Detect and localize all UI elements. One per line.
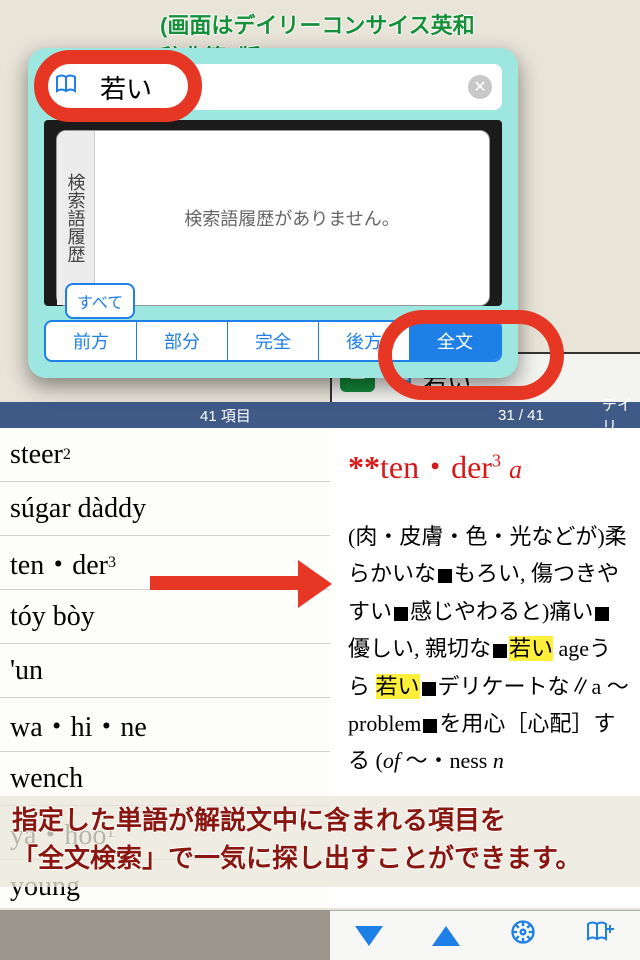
annotation-circle-fulltext	[378, 310, 564, 400]
list-item[interactable]: súgar dàddy	[0, 482, 330, 536]
match-tab-前方[interactable]: 前方	[46, 322, 137, 360]
search-bar[interactable]: 若い ✕	[44, 64, 502, 110]
list-item[interactable]: wa・hi・ne	[0, 698, 330, 752]
list-item[interactable]: 'un	[0, 644, 330, 698]
result-count-bar: 41 項目 31 / 41 デイリ	[0, 402, 640, 428]
entry-body: (肉・皮膚・色・光などが)柔らかいなもろい, 傷つきやすい感じやわると)痛い優し…	[348, 518, 630, 780]
entry-headword: **ten・der3 a	[348, 442, 630, 488]
caption-overlay: 指定した単語が解説文中に含まれる項目を 「全文検索」で一気に探し出すことができま…	[0, 796, 640, 887]
list-item[interactable]: steer2	[0, 428, 330, 482]
match-tab-完全[interactable]: 完全	[228, 322, 319, 360]
result-index: 31 / 41	[498, 407, 544, 424]
search-overlay: 若い ✕ 検索語履歴 検索語履歴がありません。 すべて 前方部分完全後方全文	[28, 48, 518, 378]
all-button[interactable]: すべて	[65, 283, 135, 319]
history-tab-label[interactable]: 検索語履歴	[57, 131, 95, 305]
bottom-toolbar	[330, 910, 640, 960]
caption-line-2: 「全文検索」で一気に探し出すことができます。	[12, 840, 630, 878]
result-count: 41 項目	[200, 405, 251, 426]
history-empty-message: 検索語履歴がありません。	[95, 131, 489, 305]
annotation-arrow	[150, 566, 340, 600]
history-popover: 検索語履歴 検索語履歴がありません。 すべて	[56, 130, 490, 306]
annotation-circle-search	[34, 50, 202, 122]
wheel-icon[interactable]	[509, 918, 537, 953]
caption-line-1: 指定した単語が解説文中に含まれる項目を	[12, 802, 630, 840]
triangle-up-icon[interactable]	[432, 926, 460, 946]
match-tab-部分[interactable]: 部分	[137, 322, 228, 360]
bookmark-add-icon[interactable]	[586, 919, 616, 952]
history-area: 検索語履歴 検索語履歴がありません。 すべて	[44, 120, 502, 306]
triangle-down-icon[interactable]	[355, 926, 383, 946]
clear-icon[interactable]: ✕	[468, 75, 492, 99]
